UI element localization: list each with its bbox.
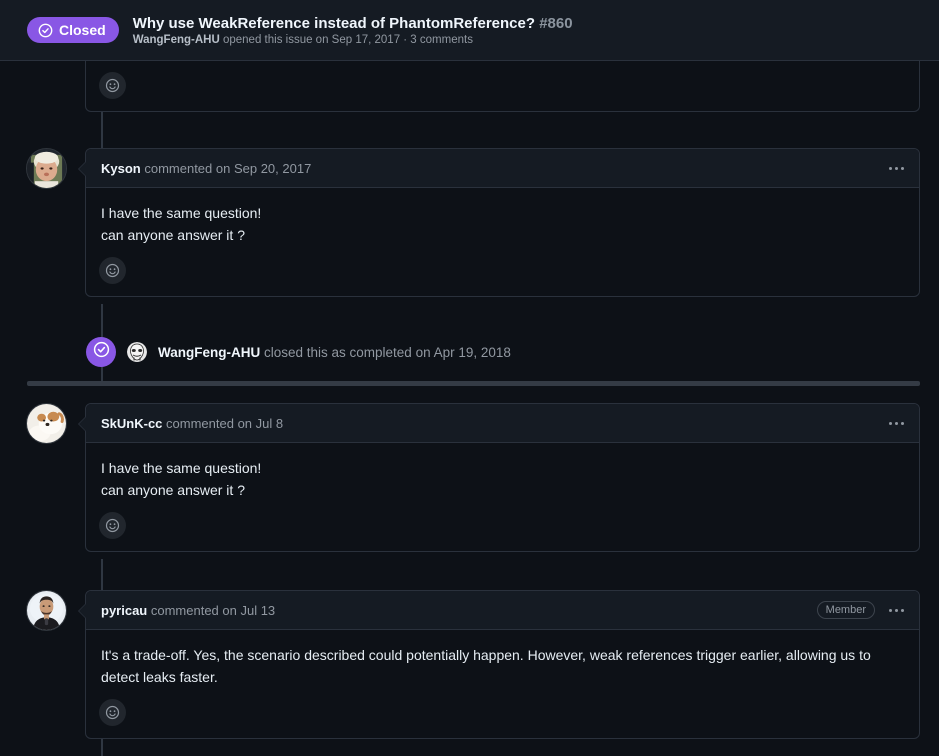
comment-byline: pyricau commented on Jul 13 — [101, 603, 809, 618]
comment-line: can anyone answer it ? — [101, 227, 245, 243]
smiley-icon — [105, 705, 120, 720]
dot — [888, 421, 892, 425]
dot — [894, 421, 898, 425]
comment-body: I have the same question! can anyone ans… — [86, 443, 919, 501]
add-reaction-button[interactable] — [99, 257, 126, 284]
status-badge — [86, 337, 116, 367]
comment-line: It's a trade-off. Yes, the scenario desc… — [101, 647, 871, 663]
closed-event-row: WangFeng-AHU closed this as completed on… — [27, 336, 920, 368]
avatar[interactable] — [26, 590, 67, 631]
comment-timestamp: commented on Sep 20, 2017 — [140, 160, 312, 176]
issue-meta-text: opened this issue on Sep 17, 2017 · 3 co… — [219, 33, 473, 46]
timeline-divider — [27, 381, 920, 386]
dot — [888, 608, 892, 612]
status-badge: Closed — [27, 17, 119, 43]
author-association-badge: Member — [816, 601, 875, 619]
check-circle-icon — [93, 341, 110, 363]
reaction-bar — [86, 501, 919, 551]
comment-card: pyricau commented on Jul 13 Member It's … — [78, 590, 920, 739]
comment-header: SkUnK-cc commented on Jul 8 — [86, 404, 919, 443]
dot — [900, 421, 904, 425]
thread-line-5 — [101, 738, 103, 756]
add-reaction-button[interactable] — [99, 699, 126, 726]
comment-author[interactable]: SkUnK-cc — [101, 416, 162, 431]
dot — [900, 166, 904, 170]
header-titles: Why use WeakReference instead of Phantom… — [133, 15, 573, 46]
dot — [900, 608, 904, 612]
issue-meta: WangFeng-AHU opened this issue on Sep 17… — [133, 34, 573, 46]
comment-line: detect leaks faster. — [101, 669, 218, 685]
closed-event-text: WangFeng-AHU closed this as completed on… — [158, 345, 511, 360]
dot — [894, 608, 898, 612]
comment-line: can anyone answer it ? — [101, 482, 245, 498]
kebab-menu-icon[interactable] — [883, 599, 909, 621]
comment-card: SkUnK-cc commented on Jul 8 I have the s… — [78, 403, 920, 552]
comment-timestamp: commented on Jul 8 — [162, 415, 284, 431]
comment-card: Kyson commented on Sep 20, 2017 I have t… — [78, 148, 920, 297]
avatar[interactable] — [26, 403, 67, 444]
kebab-menu-icon[interactable] — [883, 412, 909, 434]
status-badge-label: Closed — [59, 22, 106, 38]
comment-byline: Kyson commented on Sep 20, 2017 — [101, 161, 875, 176]
comment-body: It's a trade-off. Yes, the scenario desc… — [86, 630, 919, 688]
reaction-bar — [86, 688, 919, 738]
event-description: closed this as completed on Apr 19, 2018 — [260, 344, 511, 360]
add-reaction-button[interactable] — [99, 512, 126, 539]
smiley-icon — [105, 263, 120, 278]
event-actor[interactable]: WangFeng-AHU — [158, 345, 260, 360]
add-reaction-button[interactable] — [99, 72, 126, 99]
dot — [888, 166, 892, 170]
comment-header: pyricau commented on Jul 13 Member — [86, 591, 919, 630]
comment-line: I have the same question! — [101, 205, 262, 221]
reaction-bar — [86, 246, 919, 296]
issue-title-text: Why use WeakReference instead of Phantom… — [132, 14, 536, 32]
comment-timestamp: commented on Jul 13 — [147, 602, 276, 618]
comment-line: I have the same question! — [101, 460, 262, 476]
smiley-icon — [105, 78, 120, 93]
partial-comment-card — [85, 60, 920, 112]
comment-author[interactable]: pyricau — [101, 603, 147, 618]
issue-timeline: Kyson commented on Sep 20, 2017 I have t… — [0, 60, 939, 756]
dot — [894, 166, 898, 170]
issue-number: #860 — [539, 14, 573, 32]
avatar[interactable] — [127, 342, 147, 362]
smiley-icon — [105, 518, 120, 533]
issue-author[interactable]: WangFeng-AHU — [133, 34, 220, 46]
comment-byline: SkUnK-cc commented on Jul 8 — [101, 416, 875, 431]
issue-header: Closed Why use WeakReference instead of … — [0, 0, 939, 61]
comment-body: I have the same question! can anyone ans… — [86, 188, 919, 246]
page-title: Why use WeakReference instead of Phantom… — [133, 15, 573, 32]
comment-header: Kyson commented on Sep 20, 2017 — [86, 149, 919, 188]
kebab-menu-icon[interactable] — [883, 157, 909, 179]
check-circle-icon — [38, 23, 53, 38]
comment-author[interactable]: Kyson — [101, 161, 141, 176]
reaction-bar — [86, 60, 919, 99]
avatar[interactable] — [26, 148, 67, 189]
